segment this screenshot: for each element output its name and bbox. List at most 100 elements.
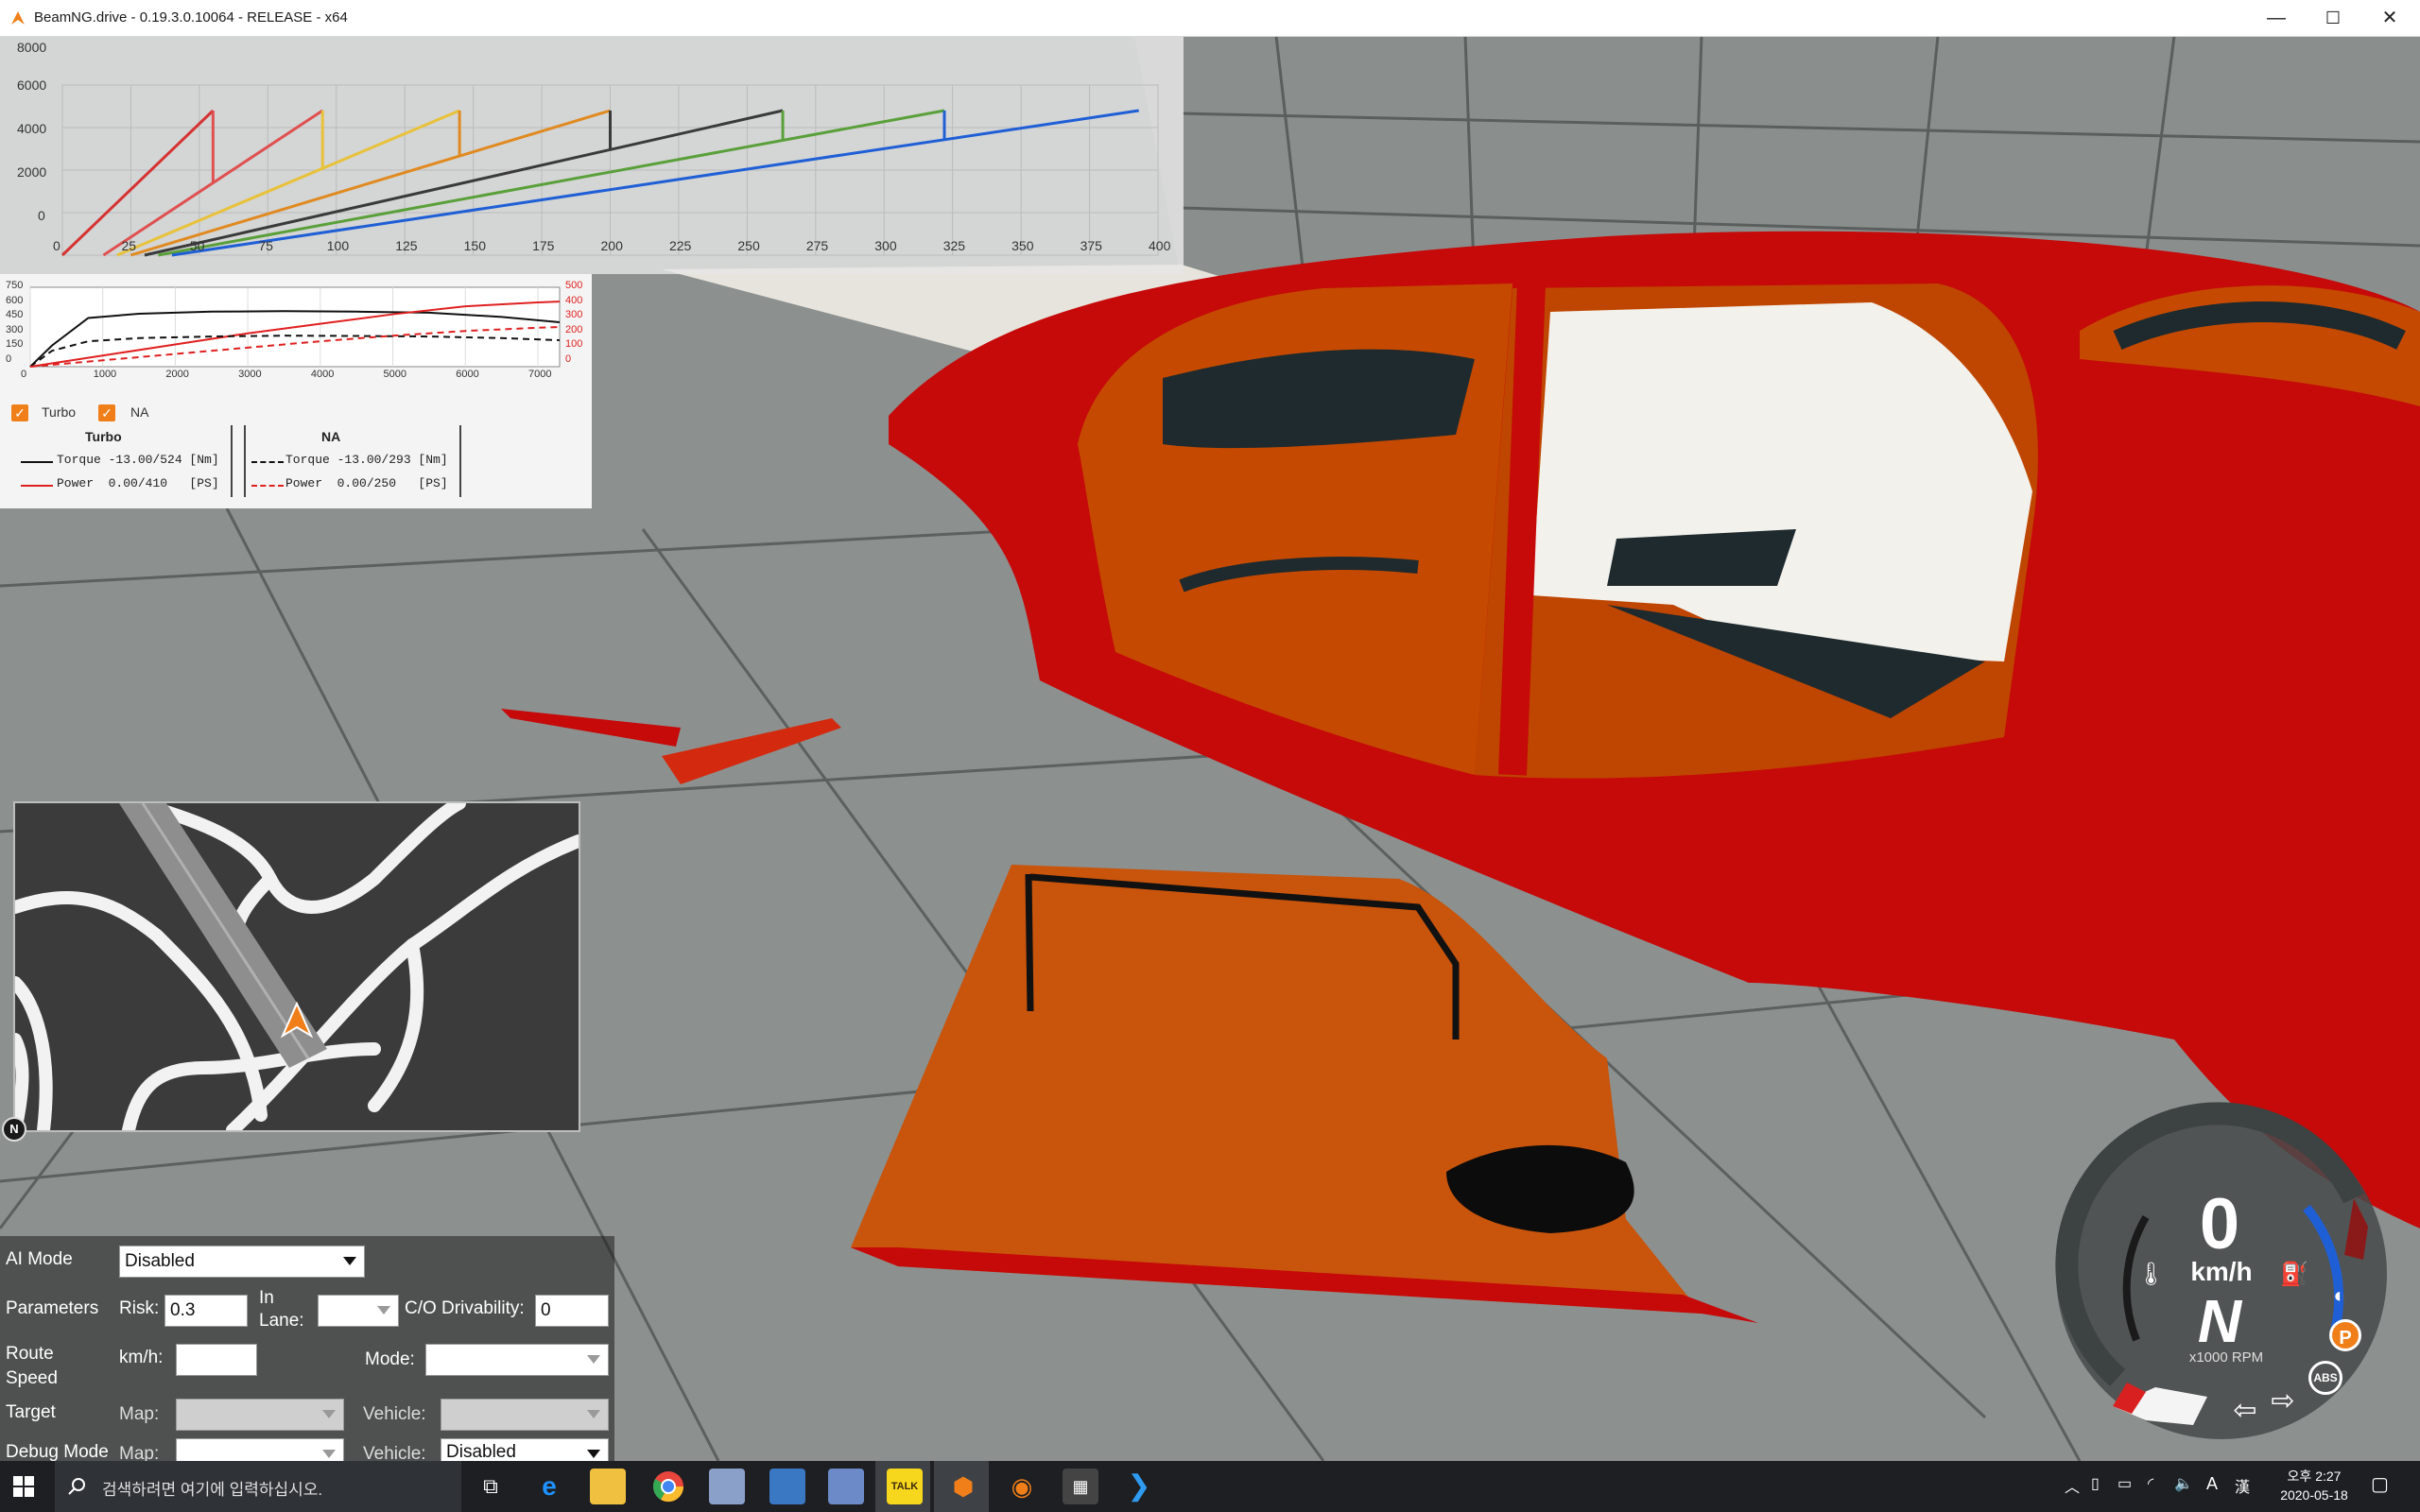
na-checkbox[interactable]: ✓ bbox=[98, 404, 115, 421]
python-icon[interactable] bbox=[769, 1469, 805, 1504]
gear-ratio-chart bbox=[60, 84, 1159, 257]
taskbar-clock-date[interactable]: 2020-05-18 bbox=[2273, 1487, 2356, 1503]
window-titlebar: BeamNG.drive - 0.19.3.0.10064 - RELEASE … bbox=[0, 0, 2420, 37]
power-y-tick: 100 bbox=[565, 338, 583, 350]
turbo-checkbox[interactable]: ✓ bbox=[11, 404, 28, 421]
turbo-power-swatch bbox=[21, 485, 53, 487]
blender-icon[interactable]: ◉ bbox=[1004, 1469, 1040, 1504]
kakaotalk-icon[interactable]: TALK bbox=[887, 1469, 923, 1504]
legend-divider bbox=[459, 425, 461, 497]
na-power-legend: Power 0.00/250 [PS] bbox=[285, 476, 448, 490]
parking-brake-indicator: P bbox=[2329, 1319, 2361, 1351]
mode-select[interactable] bbox=[425, 1344, 609, 1376]
torque-x-tick: 4000 bbox=[310, 369, 335, 380]
gear-readout: N bbox=[2197, 1287, 2242, 1355]
co-drivability-input[interactable]: 0 bbox=[535, 1295, 609, 1327]
gear-x-tick: 400 bbox=[1149, 238, 1171, 253]
gear-series-line-5 bbox=[144, 109, 784, 257]
gear-x-tick: 150 bbox=[463, 238, 486, 253]
debug-map-select[interactable] bbox=[176, 1438, 344, 1463]
calculator-icon[interactable]: ▦ bbox=[1063, 1469, 1098, 1504]
in-lane-label: In Lane: bbox=[259, 1288, 304, 1331]
taskbar-search-box[interactable]: 검색하려면 여기에 입력하십시오. bbox=[55, 1461, 461, 1512]
ime-language-indicator[interactable]: A bbox=[2206, 1474, 2218, 1494]
gear-x-tick: 50 bbox=[189, 238, 205, 253]
ime-hanja-indicator[interactable]: 漢 bbox=[2235, 1474, 2250, 1497]
target-map-select[interactable] bbox=[176, 1399, 344, 1431]
notification-center-icon[interactable]: ▢ bbox=[2371, 1472, 2389, 1496]
na-power-swatch bbox=[251, 485, 284, 487]
power-y-tick: 300 bbox=[565, 309, 583, 320]
minimize-button[interactable]: — bbox=[2250, 0, 2303, 36]
gear-x-tick: 75 bbox=[258, 238, 273, 253]
volume-icon[interactable]: 🔈 bbox=[2174, 1474, 2193, 1493]
torque-curve-panel: 750 600 450 300 150 0 500 400 300 200 100 0 0 1000 200… bbox=[0, 274, 592, 508]
route-speed-input[interactable] bbox=[176, 1344, 257, 1376]
torque-x-tick: 5000 bbox=[383, 369, 407, 380]
fuel-icon: ⛽ bbox=[2280, 1262, 2308, 1287]
legend-divider bbox=[244, 425, 246, 497]
beamng-taskbar-icon[interactable]: ⬢ bbox=[945, 1469, 981, 1504]
taskbar-clock-time[interactable]: 오후 2:27 bbox=[2278, 1467, 2350, 1486]
search-icon bbox=[68, 1478, 85, 1495]
windows-taskbar: 검색하려면 여기에 입력하십시오. ⧉ e TALK ⬢ ◉ ▦ ❯ ︿ ▯ ▭… bbox=[0, 1461, 2420, 1512]
usb-icon[interactable]: ▯ bbox=[2091, 1474, 2100, 1493]
vscode-icon[interactable]: ❯ bbox=[1121, 1469, 1157, 1504]
target-vehicle-label: Vehicle: bbox=[363, 1404, 426, 1424]
maximize-button[interactable]: ☐ bbox=[2307, 0, 2360, 36]
gear-ratio-chart-panel: 8000 6000 4000 2000 0 0 25 50 75 100 125 150 17… bbox=[0, 36, 1184, 274]
turn-signal-left-icon: ⇦ bbox=[2233, 1395, 2257, 1426]
gear-x-tick: 0 bbox=[53, 238, 60, 253]
minimap[interactable] bbox=[13, 801, 580, 1132]
edge-browser-icon[interactable]: e bbox=[531, 1469, 567, 1504]
in-lane-select[interactable] bbox=[318, 1295, 399, 1327]
na-torque-legend: Torque -13.00/293 [Nm] bbox=[285, 453, 448, 467]
mode-label: Mode: bbox=[365, 1349, 415, 1369]
chrome-icon[interactable] bbox=[650, 1469, 686, 1504]
power-y-tick: 500 bbox=[565, 280, 583, 291]
gear-series-line-6 bbox=[158, 109, 945, 257]
parameters-label: Parameters bbox=[6, 1298, 99, 1318]
co-drivability-label: C/O Drivability: bbox=[405, 1298, 525, 1318]
turbo-legend-header: Turbo bbox=[85, 429, 122, 444]
target-vehicle-select[interactable] bbox=[441, 1399, 609, 1431]
close-button[interactable]: ✕ bbox=[2363, 0, 2416, 36]
minimap-north-indicator: N bbox=[2, 1117, 26, 1142]
gear-x-tick: 100 bbox=[326, 238, 350, 253]
torque-x-tick: 0 bbox=[21, 369, 27, 380]
risk-label: Risk: bbox=[119, 1298, 160, 1318]
chevron-down-icon bbox=[322, 1410, 336, 1418]
gear-y-tick: 4000 bbox=[17, 121, 47, 136]
ai-mode-select[interactable]: Disabled bbox=[119, 1246, 365, 1278]
power-y-tick: 0 bbox=[565, 352, 572, 365]
speed-unit: km/h bbox=[2190, 1257, 2253, 1286]
chevron-down-icon bbox=[343, 1257, 356, 1265]
tray-overflow-chevron-icon[interactable]: ︿ bbox=[2065, 1474, 2080, 1497]
minimap-roads bbox=[15, 803, 579, 1130]
network-icon[interactable]: ◜ bbox=[2148, 1474, 2153, 1493]
speed-readout: 0 bbox=[2199, 1184, 2240, 1264]
gear-x-tick: 225 bbox=[668, 238, 692, 253]
abs-indicator: ABS bbox=[2308, 1361, 2342, 1395]
gear-x-tick: 25 bbox=[121, 238, 137, 253]
torque-y-tick: 300 bbox=[6, 323, 24, 335]
gear-x-tick: 375 bbox=[1080, 238, 1102, 253]
window-title: BeamNG.drive - 0.19.3.0.10064 - RELEASE … bbox=[34, 9, 348, 26]
route-speed-label: Route Speed bbox=[6, 1344, 58, 1388]
chevron-down-icon bbox=[377, 1306, 390, 1314]
na-torque-swatch bbox=[251, 461, 284, 463]
remote-desktop-icon[interactable] bbox=[709, 1469, 745, 1504]
rpm-unit: x1000 RPM bbox=[2188, 1349, 2264, 1366]
beamng-app-icon bbox=[11, 11, 25, 25]
windows-start-icon[interactable] bbox=[13, 1476, 34, 1497]
gear-x-tick: 200 bbox=[600, 238, 623, 253]
torque-x-tick: 6000 bbox=[456, 369, 479, 380]
notepad-icon[interactable] bbox=[828, 1469, 864, 1504]
task-view-icon[interactable]: ⧉ bbox=[473, 1469, 509, 1504]
battery-icon[interactable]: ▭ bbox=[2118, 1474, 2132, 1493]
turbo-torque-legend: Torque -13.00/524 [Nm] bbox=[57, 453, 219, 467]
risk-input[interactable]: 0.3 bbox=[164, 1295, 248, 1327]
na-legend-header: NA bbox=[321, 429, 341, 444]
debug-vehicle-select[interactable]: Disabled bbox=[441, 1438, 609, 1463]
file-explorer-icon[interactable] bbox=[590, 1469, 626, 1504]
